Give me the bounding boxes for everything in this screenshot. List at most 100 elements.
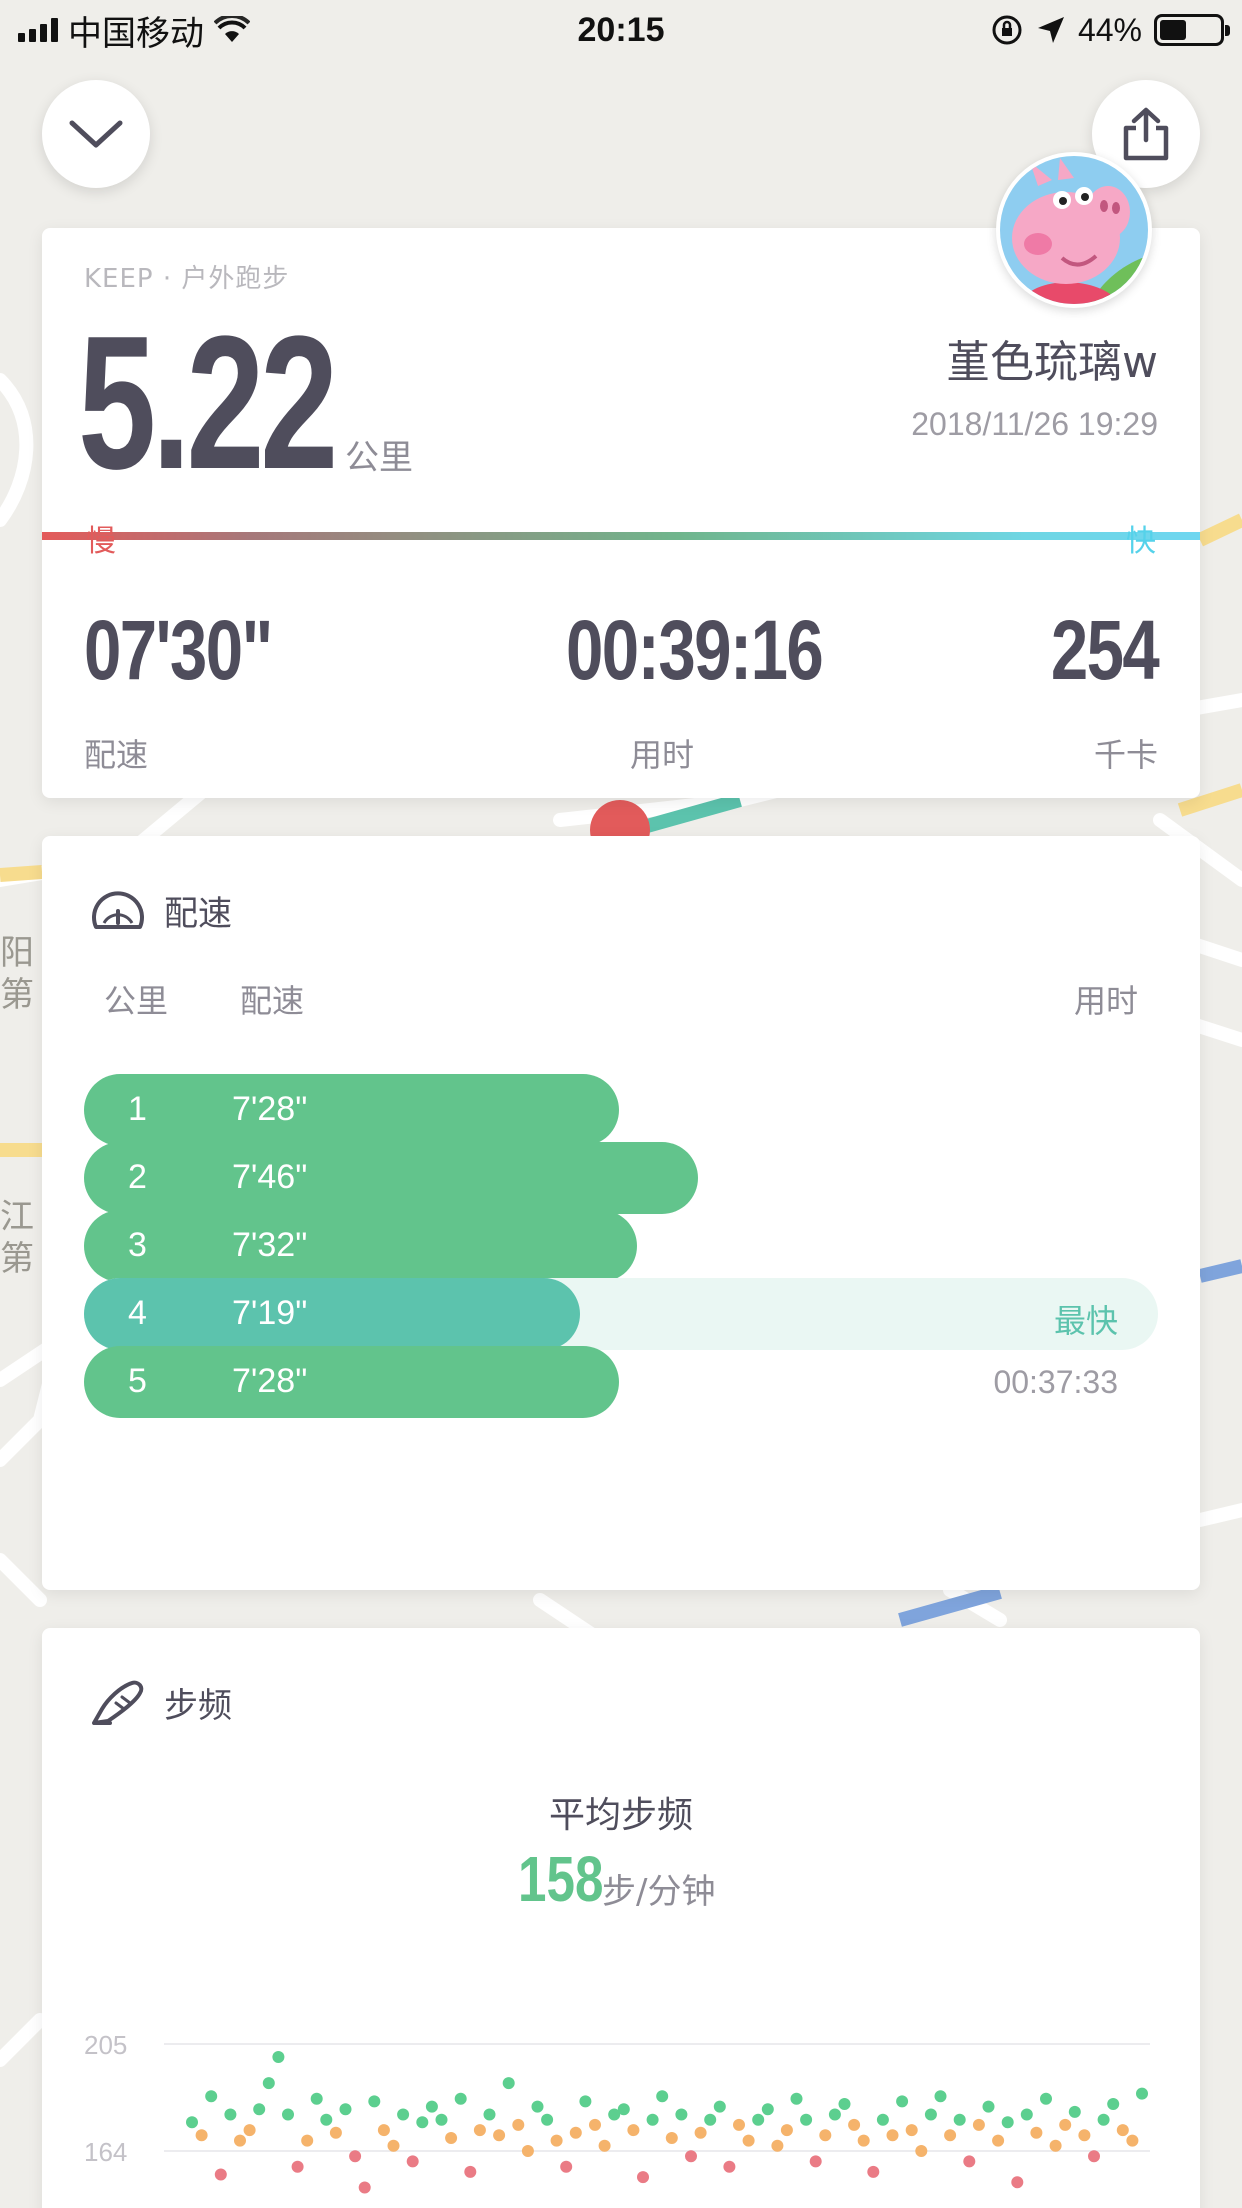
cadence-point	[733, 2118, 745, 2131]
cadence-point	[358, 2181, 371, 2194]
cadence-point	[982, 2100, 995, 2113]
split-km: 5	[128, 1362, 147, 1400]
cadence-point	[771, 2139, 784, 2152]
cadence-point	[464, 2165, 477, 2178]
cadence-point	[224, 2108, 237, 2121]
cadence-point	[934, 2090, 947, 2103]
speedometer-icon	[92, 890, 144, 929]
pace-value: 07'30"	[84, 603, 273, 697]
cadence-point	[656, 2090, 669, 2103]
cadence-point	[349, 2150, 362, 2163]
cadence-point	[857, 2134, 870, 2147]
cadence-point	[1116, 2124, 1129, 2137]
cadence-card-title: 步频	[164, 1686, 232, 1726]
pace-label: 配速	[84, 736, 149, 774]
collapse-button[interactable]	[42, 80, 150, 188]
distance-value: 5.22	[78, 297, 338, 509]
slow-label: 慢	[86, 524, 116, 559]
avatar[interactable]	[996, 152, 1152, 308]
cadence-point	[713, 2100, 726, 2113]
split-pace-bar	[84, 1278, 580, 1350]
duration-label: 用时	[629, 736, 694, 774]
cadence-point	[1001, 2116, 1014, 2129]
cadence-point	[896, 2095, 909, 2108]
split-km: 4	[128, 1294, 147, 1332]
fast-label: 快	[1126, 524, 1156, 559]
split-pace: 7'28"	[232, 1090, 308, 1128]
cadence-point	[617, 2103, 630, 2116]
calories-value: 254	[1050, 603, 1160, 697]
split-km: 1	[128, 1090, 147, 1128]
cadence-point	[214, 2168, 227, 2181]
avg-cadence-unit: 步/分钟	[602, 1872, 716, 1912]
cadence-point	[752, 2113, 765, 2126]
cadence-point	[445, 2132, 458, 2144]
split-pace-bar	[84, 1210, 637, 1282]
cadence-point	[924, 2108, 937, 2121]
pace-splits-card: 配速 公里 配速 用时 1 7'28" 2 7'46" 3 7'32" 4 7'19" 最快 5 7…	[42, 836, 1200, 1590]
run-datetime: 2018/11/26 19:29	[911, 406, 1158, 442]
cadence-point	[1020, 2108, 1033, 2121]
cadence-point	[339, 2103, 352, 2116]
cadence-point	[512, 2118, 525, 2131]
wifi-icon	[214, 16, 250, 42]
cadence-point	[637, 2171, 649, 2184]
pace-card-title: 配速	[164, 894, 232, 934]
split-km: 2	[128, 1158, 147, 1196]
cadence-point	[915, 2145, 928, 2157]
cadence-point	[1011, 2176, 1024, 2189]
cadence-point	[627, 2124, 640, 2137]
stat-duration: 00:39:16 用时	[542, 603, 824, 776]
cadence-point	[963, 2155, 976, 2168]
pace-gradient-bar	[42, 532, 1200, 540]
orientation-lock-icon	[992, 15, 1022, 45]
split-row[interactable]: 5 7'28" 00:37:33	[84, 1346, 1158, 1418]
share-icon	[1123, 107, 1169, 161]
cadence-point	[809, 2155, 822, 2168]
split-row[interactable]: 4 7'19" 最快	[84, 1278, 1158, 1350]
cadence-point	[905, 2124, 918, 2137]
cadence-point	[406, 2155, 419, 2168]
split-pace: 7'28"	[232, 1362, 308, 1400]
cadence-point	[704, 2113, 717, 2126]
location-arrow-icon	[1037, 17, 1064, 43]
cadence-point	[1040, 2092, 1052, 2105]
split-row[interactable]: 1 7'28"	[84, 1074, 1158, 1146]
cadence-point	[1049, 2139, 1062, 2152]
cadence-point	[425, 2100, 438, 2113]
cadence-point	[723, 2160, 736, 2173]
duration-value: 00:39:16	[566, 603, 824, 697]
cadence-point	[589, 2118, 601, 2131]
cadence-point	[531, 2100, 544, 2113]
cadence-point	[291, 2160, 304, 2173]
cadence-point	[944, 2129, 957, 2142]
stat-pace: 07'30" 配速	[84, 608, 319, 776]
calories-label: 千卡	[1093, 736, 1158, 774]
cadence-point	[780, 2124, 793, 2137]
split-row[interactable]: 2 7'46"	[84, 1142, 1158, 1214]
run-summary-card: KEEP · 户外跑步 5.22 公里 堇色琉璃w 2018/11/26 19:…	[42, 228, 1200, 798]
cadence-point	[272, 2051, 285, 2063]
cadence-point	[838, 2098, 851, 2110]
cadence-point	[541, 2113, 554, 2126]
cadence-point	[493, 2129, 506, 2142]
cadence-point	[1078, 2129, 1091, 2142]
cadence-point	[205, 2090, 218, 2103]
split-row[interactable]: 3 7'32"	[84, 1210, 1158, 1282]
cadence-point	[876, 2113, 889, 2126]
cadence-point	[972, 2118, 985, 2131]
stat-calories: 254 千卡	[1024, 603, 1160, 776]
cadence-point	[848, 2118, 861, 2131]
cadence-point	[569, 2126, 582, 2139]
cadence-point	[646, 2113, 659, 2126]
cadence-point	[1097, 2113, 1110, 2126]
svg-text:第: 第	[0, 1239, 34, 1279]
cadence-point	[329, 2126, 342, 2139]
cadence-point	[195, 2129, 208, 2142]
cadence-point	[1088, 2150, 1100, 2163]
cadence-point	[320, 2113, 333, 2126]
avg-cadence-value: 158	[518, 1843, 604, 1915]
fastest-badge: 最快	[1053, 1302, 1118, 1340]
cadence-card-header: 步频	[90, 1678, 232, 1727]
battery-percent: 44%	[1077, 11, 1142, 48]
